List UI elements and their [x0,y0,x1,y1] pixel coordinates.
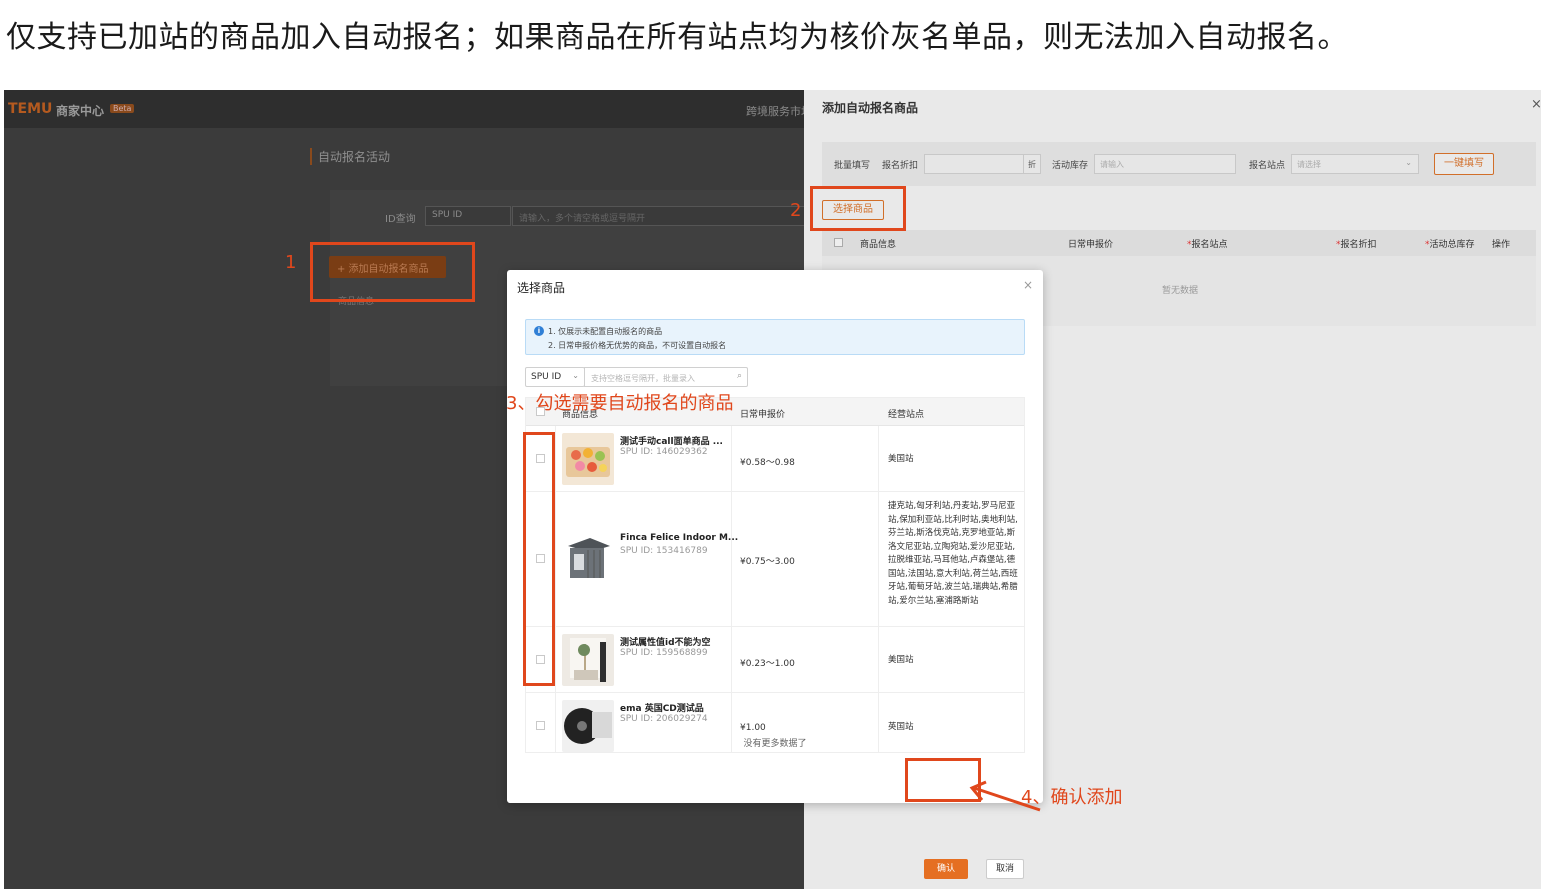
empty-state-text: 暂无数据 [1162,286,1199,296]
product-image [562,634,614,686]
col-total-stock: *活动总库存 [1425,240,1475,250]
select-goods-modal: 选择商品 × i 1. 仅展示未配置自动报名的商品 2. 日常申报价格无优势的商… [507,270,1043,879]
product-spu: SPU ID: 159568899 [620,648,708,658]
col-enroll-discount: *报名折扣 [1336,240,1377,250]
select-all-checkbox[interactable] [834,238,843,247]
product-price: ¥0.58～0.98 [740,458,795,468]
annotation-box-step1 [310,242,475,302]
annotation-step3: 3、勾选需要自动报名的商品 [506,393,734,414]
arrow-icon [969,780,1041,812]
modal-title: 选择商品 [517,281,566,295]
stock-input[interactable]: 请输入 [1094,154,1236,174]
stock-placeholder: 请输入 [1100,160,1124,169]
id-query-placeholder: 请输入，多个请空格或逗号隔开 [519,214,646,224]
col-daily-price: 日常申报价 [1068,240,1114,250]
product-spu: SPU ID: 206029274 [620,714,708,724]
bulk-fill-bar: 批量填写 报名折扣 折 活动库存 请输入 报名站点 请选择 ⌄ 一键填写 [822,142,1536,186]
info-notice: i 1. 仅展示未配置自动报名的商品 2. 日常申报价格无优势的商品，不可设置自… [525,319,1025,355]
temu-logo: TEMU [8,101,53,117]
col-daily-price: 日常申报价 [740,410,786,420]
table-row[interactable]: 测试属性值id不能为空 SPU ID: 159568899 ¥0.23～1.00… [526,627,1024,693]
id-query-input[interactable]: 请输入，多个请空格或逗号隔开 [512,206,808,226]
col-enroll-site: *报名站点 [1187,240,1228,250]
modal-close-icon[interactable]: × [1023,278,1033,292]
stock-label: 活动库存 [1052,161,1089,171]
spu-type-value: SPU ID [531,372,562,382]
col-total-stock-label: 活动总库存 [1429,240,1475,250]
chevron-down-icon: ⌄ [572,371,579,380]
id-type-value: SPU ID [432,210,463,220]
product-price: ¥1.00 [740,723,766,733]
col-sites: 经营站点 [888,410,925,420]
product-name: 测试属性值id不能为空 [620,638,711,648]
product-sites: 捷克站,匈牙利站,丹麦站,罗马尼亚站,保加利亚站,比利时站,奥地利站,芬兰站,斯… [888,501,1018,606]
table-row[interactable]: 测试手动call面单商品 ... SPU ID: 146029362 ¥0.58… [526,426,1024,492]
site-placeholder: 请选择 [1297,160,1321,169]
no-more-data-text: 没有更多数据了 [743,739,807,749]
drawer-title: 添加自动报名商品 [822,101,919,115]
screenshot-area: TEMU 商家中心 Beta 跨境服务市场 自动报名活动 ID查询 SPU ID… [4,90,1541,889]
product-name: 测试手动call面单商品 ... [620,437,723,447]
site-select[interactable]: 请选择 ⌄ [1291,154,1419,174]
id-query-label: ID查询 [385,214,416,225]
search-icon: ⌕ [736,371,742,381]
annotation-step1: 1 [285,252,297,273]
instruction-text: 仅支持已加站的商品加入自动报名；如果商品在所有站点均为核价灰名单品，则无法加入自… [6,20,1348,55]
one-click-fill-button[interactable]: 一键填写 [1434,153,1494,175]
product-image [562,433,614,485]
row-checkbox[interactable] [536,721,545,730]
cancel-button[interactable]: 取消 [986,859,1024,879]
bulk-label: 批量填写 [834,161,871,171]
cross-service-link[interactable]: 跨境服务市场 [746,103,812,119]
id-type-select[interactable]: SPU ID [425,206,511,226]
product-image [562,532,614,584]
product-spu: SPU ID: 153416789 [620,546,708,556]
annotation-step2: 2 [790,200,802,221]
discount-input[interactable] [924,154,1024,174]
product-price: ¥0.75～3.00 [740,557,795,567]
col-goods-info: 商品信息 [860,240,897,250]
spu-search-input[interactable]: 支持空格逗号隔开，批量录入 ⌕ [584,367,748,387]
notice-line-1: 1. 仅展示未配置自动报名的商品 [548,327,663,336]
spu-search-placeholder: 支持空格逗号隔开，批量录入 [591,374,695,383]
annotation-box-step3 [523,432,555,686]
drawer-close-icon[interactable]: × [1531,97,1541,112]
page-title: 自动报名活动 [310,148,390,165]
col-enroll-discount-label: 报名折扣 [1340,240,1377,250]
product-price: ¥0.23～1.00 [740,659,795,669]
brand-title: 商家中心 [56,104,105,118]
product-name: Finca Felice Indoor M... [620,533,739,543]
product-name: ema 英国CD测试品 [620,704,704,714]
spu-type-select[interactable]: SPU ID ⌄ [525,367,585,387]
discount-label: 报名折扣 [882,161,919,171]
notice-line-2: 2. 日常申报价格无优势的商品，不可设置自动报名 [548,341,727,350]
product-sites: 美国站 [888,655,914,665]
top-bar: TEMU 商家中心 Beta 跨境服务市场 [4,90,812,128]
col-enroll-site-label: 报名站点 [1191,240,1228,250]
discount-suffix: 折 [1023,154,1041,174]
annotation-box-step2 [810,186,906,231]
info-icon: i [534,326,544,336]
drawer-table-header: 商品信息 日常申报价 *报名站点 *报名折扣 *活动总库存 操作 [822,230,1536,256]
col-actions: 操作 [1492,240,1511,250]
site-label: 报名站点 [1249,161,1286,171]
goods-table: 商品信息 日常申报价 经营站点 测试手动call面单商品 ... SPU ID:… [525,397,1025,753]
product-sites: 美国站 [888,454,914,464]
confirm-button[interactable]: 确认 [924,859,968,879]
product-spu: SPU ID: 146029362 [620,447,708,457]
table-row[interactable]: Finca Felice Indoor M... SPU ID: 1534167… [526,492,1024,627]
product-sites: 英国站 [888,722,914,732]
beta-badge: Beta [110,104,135,113]
chevron-down-icon: ⌄ [1405,158,1412,167]
